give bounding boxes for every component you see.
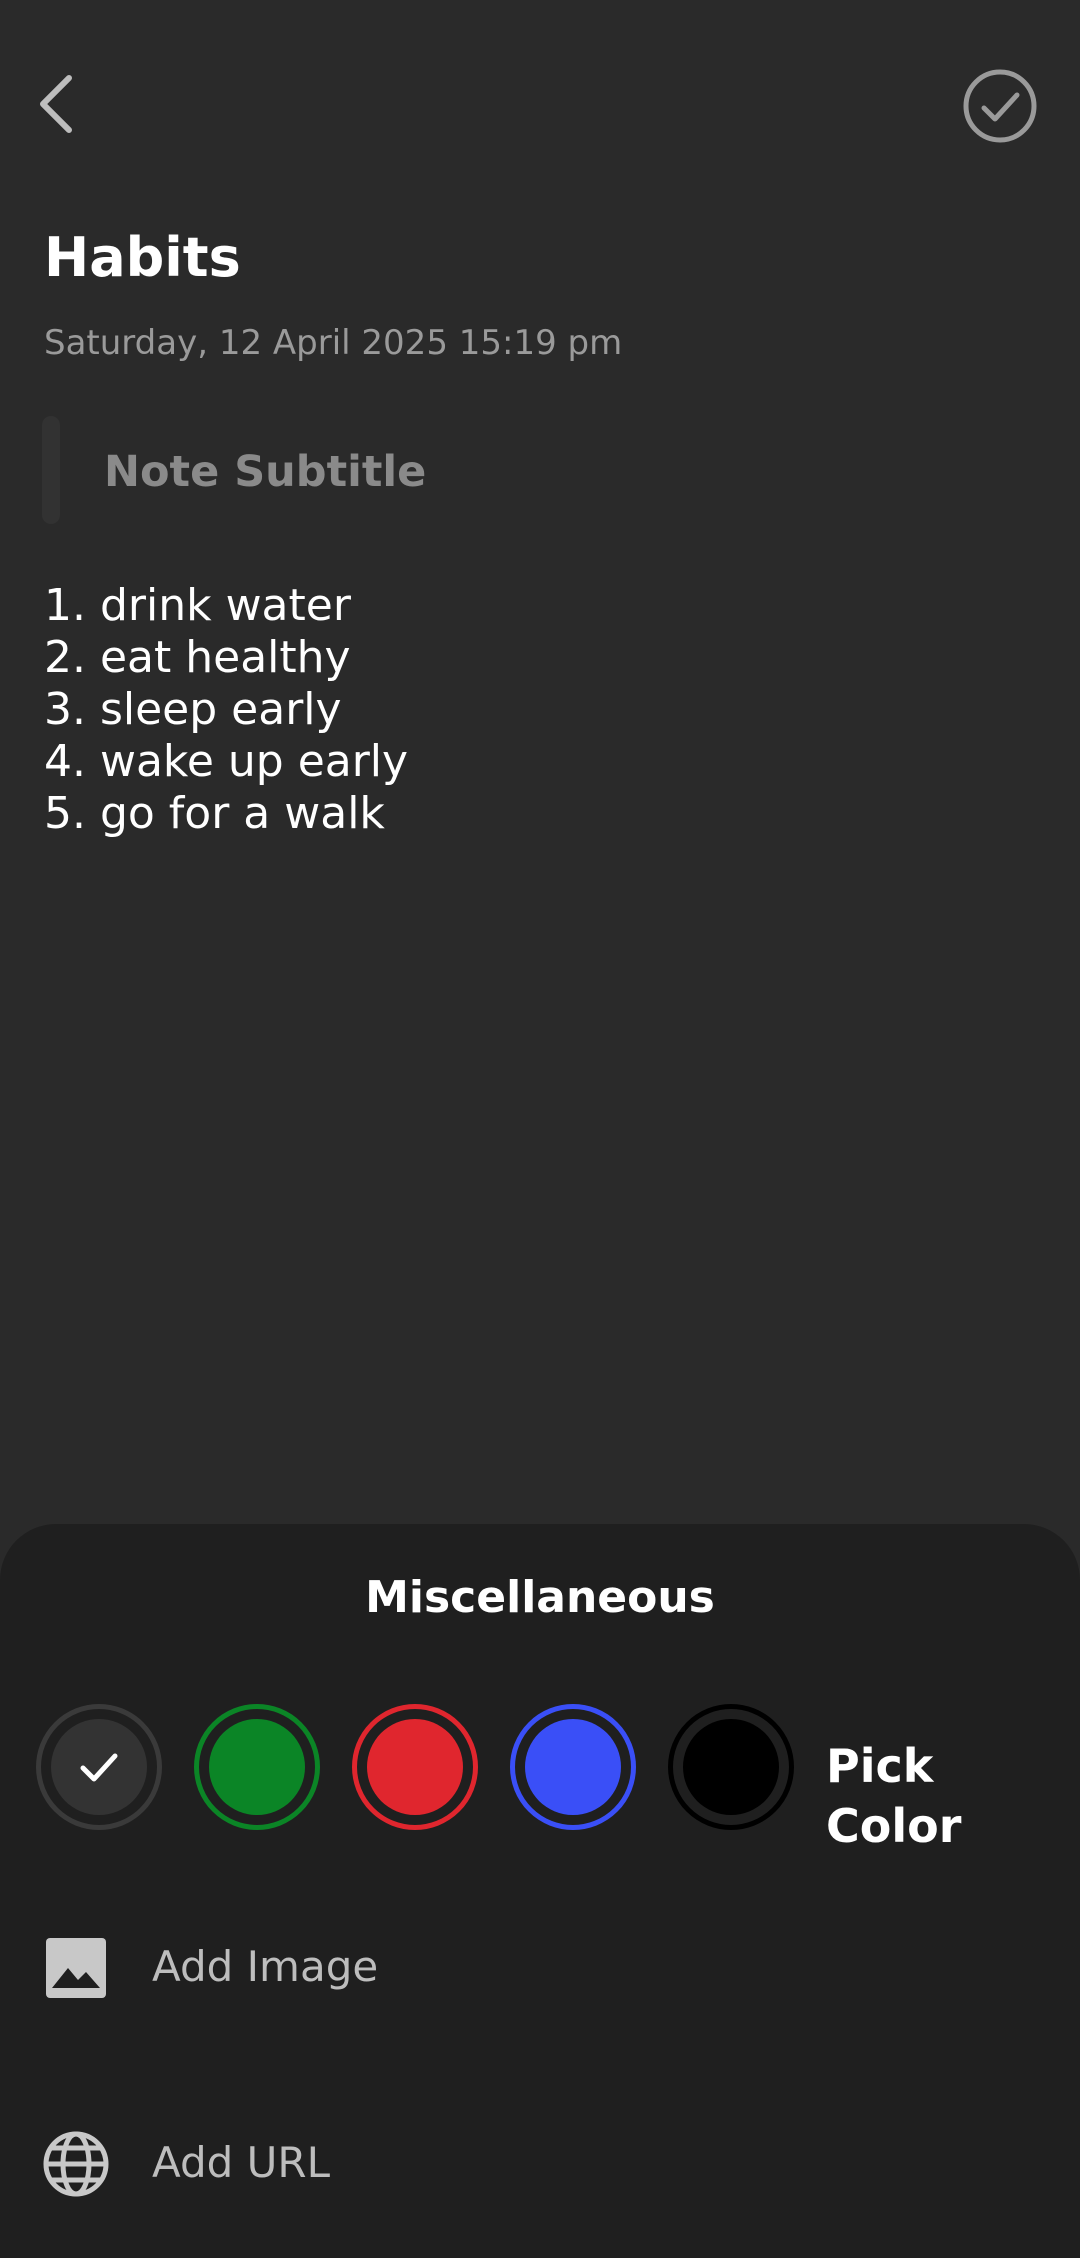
note-body[interactable]: 1. drink water 2. eat healthy 3. sleep e… [44, 580, 1034, 840]
note-title[interactable]: Habits [44, 222, 241, 294]
image-icon [46, 1938, 106, 1998]
color-swatch-green[interactable] [194, 1704, 320, 1830]
add-url-label: Add URL [152, 2138, 330, 2187]
miscellaneous-sheet: Miscellaneous Pick Color Add Image Add U… [0, 1524, 1080, 2258]
globe-icon [43, 2131, 109, 2197]
color-swatch-blue[interactable] [510, 1704, 636, 1830]
check-icon [80, 1753, 118, 1782]
add-url-button[interactable]: Add URL [0, 2102, 1080, 2222]
back-button[interactable] [30, 68, 80, 140]
note-line: 1. drink water [44, 580, 351, 631]
color-swatch-default[interactable] [36, 1704, 162, 1830]
subtitle-input[interactable] [104, 440, 1004, 504]
color-swatch-black[interactable] [668, 1704, 794, 1830]
pick-color-button[interactable]: Pick Color [826, 1736, 1080, 1856]
add-image-button[interactable]: Add Image [0, 1906, 1080, 2026]
note-datetime: Saturday, 12 April 2025 15:19 pm [44, 323, 623, 363]
save-button[interactable] [962, 68, 1038, 144]
note-line: 3. sleep early [44, 684, 342, 735]
note-line: 5. go for a walk [44, 788, 385, 839]
chevron-left-icon [40, 75, 72, 133]
sheet-title: Miscellaneous [365, 1572, 715, 1623]
note-line: 2. eat healthy [44, 632, 351, 683]
subtitle-indicator-bar [42, 416, 60, 524]
add-image-label: Add Image [152, 1942, 379, 1991]
check-circle-icon [963, 69, 1037, 143]
note-line: 4. wake up early [44, 736, 409, 787]
note-editor-screen: Habits Saturday, 12 April 2025 15:19 pm … [0, 0, 1080, 2258]
color-swatch-red[interactable] [352, 1704, 478, 1830]
